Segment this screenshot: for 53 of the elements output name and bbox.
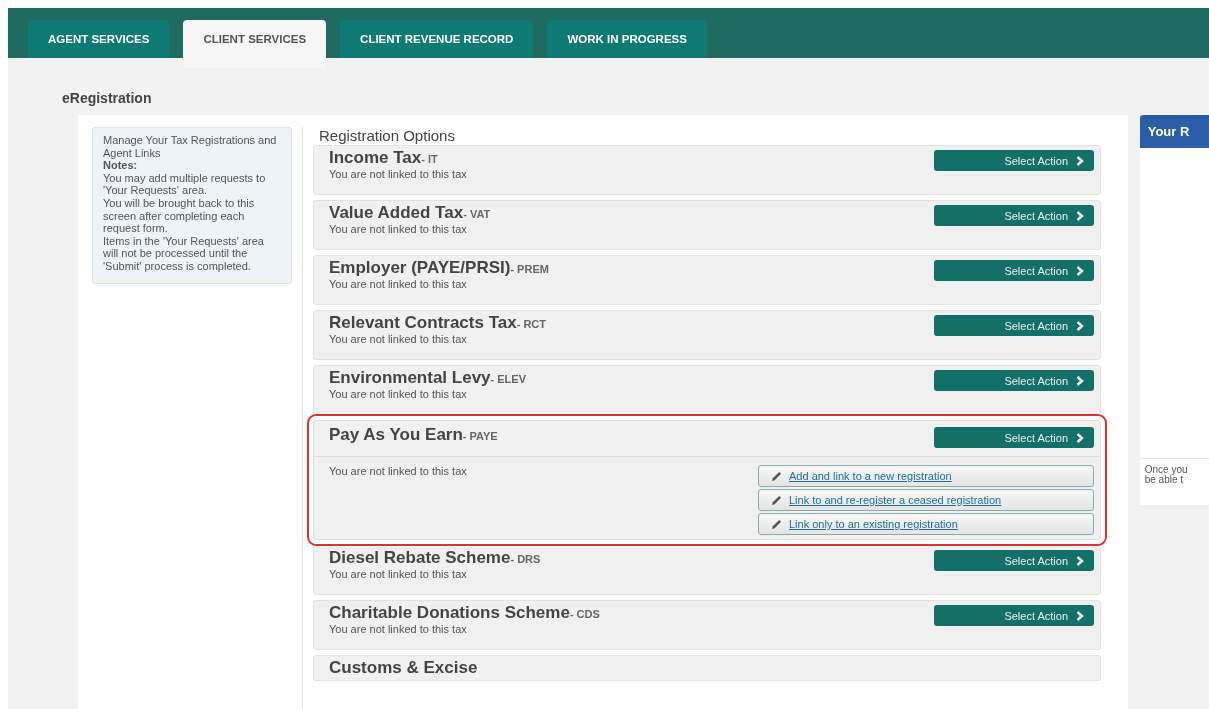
nav-tab[interactable]: CLIENT SERVICES: [183, 20, 327, 68]
select-action-button[interactable]: Select Action: [934, 205, 1094, 226]
chevron-right-icon: [1076, 432, 1084, 443]
nav-tab[interactable]: WORK IN PROGRESS: [547, 20, 707, 58]
chevron-right-icon: [1076, 155, 1084, 166]
tax-status: You are not linked to this tax: [329, 333, 468, 345]
option-link[interactable]: Link only to an existing registration: [758, 513, 1094, 535]
select-action-button[interactable]: Select Action: [934, 150, 1094, 171]
select-action-button[interactable]: Select Action: [934, 260, 1094, 281]
pencil-icon: [771, 470, 782, 482]
notes-text: You will be brought back to this screen after completing each request form.: [103, 196, 256, 235]
tax-status: You are not linked to this tax: [329, 278, 468, 290]
chevron-right-icon: [1076, 555, 1084, 566]
tax-status: You are not linked to this tax: [329, 568, 468, 580]
tax-name: Relevant Contracts Tax- RCT: [329, 313, 547, 333]
option-link[interactable]: Link to and re-register a ceased registration: [758, 489, 1094, 511]
tax-status: You are not linked to this tax: [329, 388, 468, 400]
tax-name: Income Tax- IT: [329, 148, 439, 168]
notes-intro: Manage Your Tax Registrations and Agent Links: [103, 134, 278, 160]
notes-text: You may add multiple requests to 'Your Requests' area.: [103, 171, 267, 197]
chevron-right-icon: [1076, 375, 1084, 386]
tax-name: Environmental Levy- ELEV: [329, 368, 526, 388]
tax-name: Employer (PAYE/PRSI)- PREM: [329, 258, 549, 278]
select-action-button[interactable]: Select Action: [934, 315, 1094, 336]
chevron-right-icon: [1076, 265, 1084, 276]
notes-heading: Notes:: [103, 159, 139, 172]
tax-status: You are not linked to this tax: [329, 223, 468, 235]
tax-status: You are not linked to this tax: [329, 465, 467, 479]
panel-text: Once you: [1144, 465, 1189, 475]
panel-title: Your R: [1139, 115, 1209, 148]
tax-name: Pay As You Earn- PAYE: [329, 425, 498, 445]
select-action-button[interactable]: Select Action: [934, 550, 1094, 571]
select-action-button[interactable]: Select Action: [934, 605, 1094, 626]
tax-name: Value Added Tax- VAT: [329, 203, 491, 223]
tax-name: Charitable Donations Scheme- CDS: [329, 603, 600, 623]
notes-text: Items in the 'Your Requests' area will not be processed until the 'Submit' process is completed.: [103, 234, 265, 273]
chevron-right-icon: [1076, 610, 1084, 621]
nav-tab[interactable]: CLIENT REVENUE RECORD: [340, 20, 534, 58]
option-link[interactable]: Add and link to a new registration: [758, 465, 1094, 487]
select-action-button[interactable]: Select Action: [934, 427, 1094, 448]
panel-text: be able t: [1144, 475, 1184, 485]
pencil-icon: [771, 518, 782, 530]
tax-name: Diesel Rebate Scheme- DRS: [329, 548, 541, 568]
tax-name: Customs & Excise: [329, 658, 478, 678]
select-action-button[interactable]: Select Action: [934, 370, 1094, 391]
fieldset-legend: Registration Options: [319, 127, 1101, 144]
chevron-right-icon: [1076, 210, 1084, 221]
tax-status: You are not linked to this tax: [329, 623, 468, 635]
tax-status: You are not linked to this tax: [329, 168, 467, 180]
page-title: eRegistration: [62, 90, 153, 106]
nav-tab[interactable]: AGENT SERVICES: [28, 20, 170, 58]
chevron-right-icon: [1076, 320, 1084, 331]
pencil-icon: [771, 494, 782, 506]
